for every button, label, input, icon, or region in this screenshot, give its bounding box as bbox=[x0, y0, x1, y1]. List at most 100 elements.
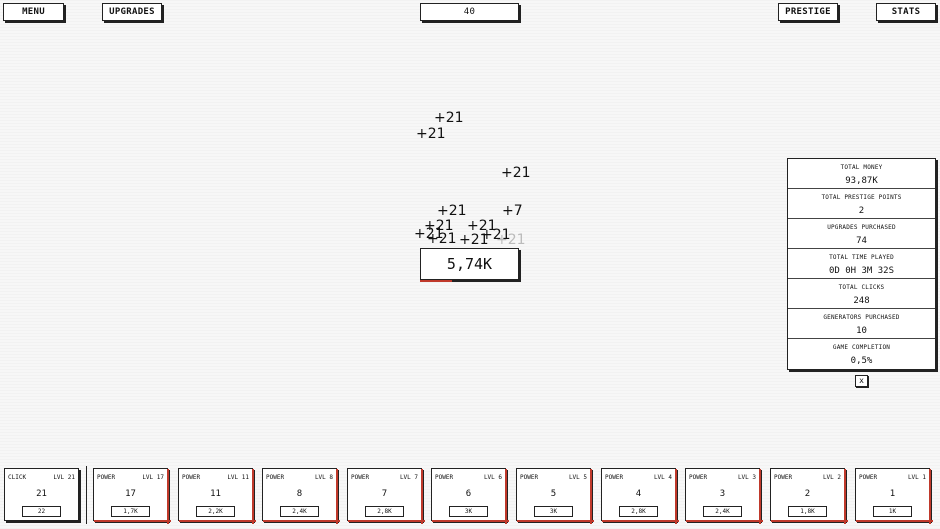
generator-progress-edge bbox=[336, 469, 338, 524]
stat-game-completion: GAME COMPLETION 0,5% bbox=[788, 339, 935, 369]
counter-display: 40 bbox=[420, 3, 519, 21]
generator-progress-bar bbox=[348, 520, 425, 522]
generator-buy-button[interactable]: 2,4K bbox=[703, 506, 742, 517]
generator-level: LVL 17 bbox=[142, 474, 164, 481]
stat-label: GENERATORS PURCHASED bbox=[823, 314, 900, 321]
generator-level: LVL 6 bbox=[483, 474, 502, 481]
generator-progress-edge bbox=[929, 469, 931, 524]
generator-type: CLICK bbox=[8, 474, 27, 481]
generator-level: LVL 11 bbox=[227, 474, 249, 481]
upgrades-button[interactable]: UPGRADES bbox=[102, 3, 162, 21]
generator-count: 21 bbox=[36, 489, 47, 499]
generator-card-power[interactable]: POWER LVL 1 1 1K bbox=[855, 468, 933, 524]
generator-divider bbox=[86, 466, 87, 524]
generator-type: POWER bbox=[266, 474, 285, 481]
stat-label: TOTAL CLICKS bbox=[838, 284, 885, 291]
generator-count: 11 bbox=[210, 489, 221, 499]
generator-card-power[interactable]: POWER LVL 4 4 2,8K bbox=[601, 468, 679, 524]
generator-count: 5 bbox=[550, 489, 557, 499]
generator-progress-bar bbox=[432, 520, 509, 522]
stat-value: 93,87K bbox=[845, 176, 878, 186]
generator-card-power[interactable]: POWER LVL 2 2 1,8K bbox=[770, 468, 848, 524]
generator-type: POWER bbox=[97, 474, 116, 481]
generator-progress-bar bbox=[517, 520, 594, 522]
stat-value: 2 bbox=[858, 206, 865, 216]
generator-buy-button[interactable]: 22 bbox=[22, 506, 61, 517]
floating-gain-text: +21 bbox=[437, 203, 467, 219]
generator-buy-button[interactable]: 3K bbox=[449, 506, 488, 517]
generator-level: LVL 5 bbox=[568, 474, 587, 481]
generator-level: LVL 3 bbox=[737, 474, 756, 481]
generator-progress-bar bbox=[771, 520, 848, 522]
generator-type: POWER bbox=[351, 474, 370, 481]
stat-label: TOTAL PRESTIGE POINTS bbox=[821, 194, 902, 201]
generator-card-power[interactable]: POWER LVL 17 17 1,7K bbox=[93, 468, 171, 524]
generator-type: POWER bbox=[859, 474, 878, 481]
generator-progress-bar bbox=[179, 520, 256, 522]
generator-level: LVL 7 bbox=[399, 474, 418, 481]
generator-type: POWER bbox=[182, 474, 201, 481]
stat-prestige-points: TOTAL PRESTIGE POINTS 2 bbox=[788, 189, 935, 219]
generator-buy-button[interactable]: 2,2K bbox=[196, 506, 235, 517]
generator-level: LVL 1 bbox=[907, 474, 926, 481]
stat-value: 0D 0H 3M 32S bbox=[828, 266, 895, 276]
generator-count: 3 bbox=[719, 489, 726, 499]
money-progress-bar bbox=[420, 280, 452, 282]
generator-count: 8 bbox=[296, 489, 303, 499]
generator-count: 6 bbox=[465, 489, 472, 499]
generator-card-power[interactable]: POWER LVL 8 8 2,4K bbox=[262, 468, 340, 524]
stat-value: 0,5% bbox=[850, 356, 873, 366]
generator-buy-button[interactable]: 2,4K bbox=[280, 506, 319, 517]
stat-time-played: TOTAL TIME PLAYED 0D 0H 3M 32S bbox=[788, 249, 935, 279]
stat-total-clicks: TOTAL CLICKS 248 bbox=[788, 279, 935, 309]
generator-card-click[interactable]: CLICK LVL 21 21 22 bbox=[4, 468, 79, 521]
menu-button[interactable]: MENU bbox=[3, 3, 64, 21]
stat-generators-purchased: GENERATORS PURCHASED 10 bbox=[788, 309, 935, 339]
generator-progress-edge bbox=[759, 469, 761, 524]
generator-level: LVL 8 bbox=[314, 474, 333, 481]
stat-total-money: TOTAL MONEY 93,87K bbox=[788, 159, 935, 189]
generator-card-power[interactable]: POWER LVL 7 7 2,8K bbox=[347, 468, 425, 524]
generator-progress-edge bbox=[675, 469, 677, 524]
stats-close-button[interactable]: x bbox=[855, 375, 868, 387]
generator-progress-edge bbox=[590, 469, 592, 524]
floating-gain-text: +21 bbox=[427, 231, 457, 247]
stats-panel: TOTAL MONEY 93,87K TOTAL PRESTIGE POINTS… bbox=[787, 158, 936, 370]
generator-type: POWER bbox=[689, 474, 708, 481]
stat-label: TOTAL TIME PLAYED bbox=[829, 254, 894, 261]
generator-card-power[interactable]: POWER LVL 11 11 2,2K bbox=[178, 468, 256, 524]
generator-card-power[interactable]: POWER LVL 5 5 3K bbox=[516, 468, 594, 524]
stat-value: 74 bbox=[856, 236, 867, 246]
generator-progress-bar bbox=[856, 520, 933, 522]
floating-gain-text: +21 bbox=[416, 126, 446, 142]
floating-gain-text: +21 bbox=[501, 165, 531, 181]
generator-buy-button[interactable]: 1,8K bbox=[788, 506, 827, 517]
generator-buy-button[interactable]: 1,7K bbox=[111, 506, 150, 517]
generator-progress-edge bbox=[421, 469, 423, 524]
generator-type: POWER bbox=[774, 474, 793, 481]
generator-count: 7 bbox=[381, 489, 388, 499]
generator-count: 2 bbox=[804, 489, 811, 499]
generator-buy-button[interactable]: 3K bbox=[534, 506, 573, 517]
generator-type: POWER bbox=[435, 474, 454, 481]
generator-card-power[interactable]: POWER LVL 6 6 3K bbox=[431, 468, 509, 524]
generator-buy-button[interactable]: 1K bbox=[873, 506, 912, 517]
floating-gain-text: +21 bbox=[496, 232, 526, 248]
floating-gain-text: +7 bbox=[502, 203, 523, 219]
money-click-button[interactable]: 5,74K bbox=[420, 248, 519, 280]
generator-progress-bar bbox=[263, 520, 340, 522]
generator-type: POWER bbox=[520, 474, 539, 481]
generator-progress-edge bbox=[167, 469, 169, 524]
stat-label: GAME COMPLETION bbox=[832, 344, 891, 351]
stats-button[interactable]: STATS bbox=[876, 3, 936, 21]
generator-card-power[interactable]: POWER LVL 3 3 2,4K bbox=[685, 468, 763, 524]
generator-type: POWER bbox=[605, 474, 624, 481]
prestige-button[interactable]: PRESTIGE bbox=[778, 3, 838, 21]
generator-count: 17 bbox=[125, 489, 136, 499]
floating-gain-text: +21 bbox=[434, 110, 464, 126]
stat-label: UPGRADES PURCHASED bbox=[827, 224, 896, 231]
generator-buy-button[interactable]: 2,8K bbox=[365, 506, 404, 517]
generator-level: LVL 2 bbox=[822, 474, 841, 481]
generator-progress-bar bbox=[686, 520, 763, 522]
generator-buy-button[interactable]: 2,8K bbox=[619, 506, 658, 517]
